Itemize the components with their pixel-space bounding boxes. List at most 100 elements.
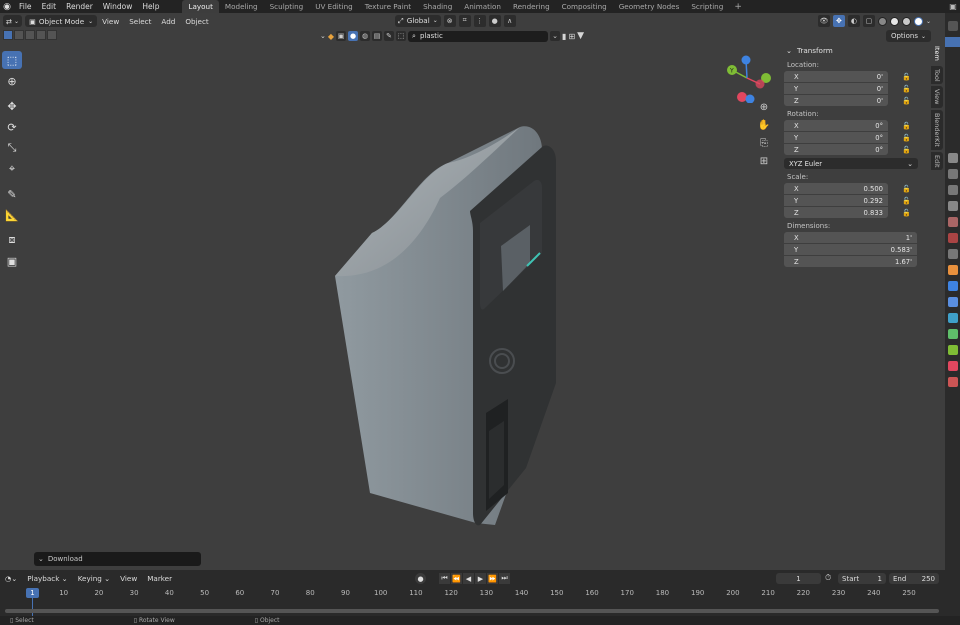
asset-type-addon-icon[interactable]: ⬚ — [396, 31, 407, 41]
workspace-tab-animation[interactable]: Animation — [458, 0, 507, 13]
sort-icon[interactable]: ⊞ — [568, 32, 575, 41]
transform-tool-icon[interactable]: ⌖ — [2, 160, 22, 178]
world-properties-icon[interactable] — [947, 233, 958, 243]
workspace-tab-compositing[interactable]: Compositing — [556, 0, 613, 13]
lock-icon[interactable]: 🔓 — [902, 209, 914, 217]
tab-blenderkit[interactable]: BlenderKit — [931, 109, 943, 150]
perspective-grid-icon[interactable]: ⊞ — [756, 153, 772, 169]
gizmo-toggle-icon[interactable]: ✥ — [832, 15, 845, 27]
z-axis-icon[interactable] — [741, 55, 751, 65]
particle-properties-icon[interactable] — [947, 297, 958, 307]
select-subtract-icon[interactable] — [25, 30, 35, 40]
timeline-menu-marker[interactable]: Marker — [142, 574, 177, 583]
overlays-icon[interactable]: ◐ — [847, 15, 860, 27]
scale-x-field[interactable]: X 0.500 — [784, 183, 888, 194]
menu-add[interactable]: Add — [156, 17, 180, 26]
cursor-tool-icon[interactable]: ⊕ — [2, 72, 22, 90]
workspace-tab-geometry-nodes[interactable]: Geometry Nodes — [613, 0, 686, 13]
workspace-tab-sculpting[interactable]: Sculpting — [264, 0, 310, 13]
start-frame-field[interactable]: Start 1 — [838, 573, 886, 584]
menu-edit[interactable]: Edit — [37, 0, 62, 13]
material-preview-icon[interactable] — [901, 16, 911, 26]
asset-type-material-icon[interactable]: ● — [348, 31, 359, 41]
neg-z-axis-icon[interactable] — [745, 94, 755, 104]
menu-render[interactable]: Render — [61, 0, 98, 13]
menu-view[interactable]: View — [97, 17, 124, 26]
rotation-x-field[interactable]: X 0° — [784, 120, 888, 131]
rotation-z-field[interactable]: Z 0° — [784, 144, 888, 155]
navigation-gizmo[interactable]: Y — [722, 53, 772, 103]
options-dropdown[interactable]: Options ⌄ — [885, 30, 931, 42]
menu-object[interactable]: Object — [180, 17, 213, 26]
pan-hand-icon[interactable]: ✋ — [756, 117, 772, 133]
scale-tool-icon[interactable]: ⤡ — [2, 139, 22, 157]
timeline-menu-playback[interactable]: Playback ⌄ — [22, 574, 72, 583]
timeline-scrollbar[interactable] — [5, 609, 939, 613]
timeline-menu-view[interactable]: View — [115, 574, 142, 583]
snap-icon[interactable]: ⌗ — [458, 14, 471, 27]
select-intersect-icon[interactable] — [47, 30, 57, 40]
location-x-field[interactable]: X 0' — [784, 71, 888, 82]
render-properties-icon[interactable] — [947, 169, 958, 179]
material-properties-icon[interactable] — [947, 361, 958, 371]
wireframe-shading-icon[interactable] — [877, 16, 887, 26]
select-new-icon[interactable] — [3, 30, 13, 40]
workspace-tab-layout[interactable]: Layout — [182, 0, 219, 13]
workspace-tab-uv-editing[interactable]: UV Editing — [309, 0, 359, 13]
tab-item[interactable]: Item — [931, 43, 943, 64]
tab-edit[interactable]: Edit — [931, 151, 943, 171]
scene-selector-icon[interactable]: ▣ — [946, 2, 960, 11]
texture-properties-icon[interactable] — [947, 377, 958, 387]
play-reverse-icon[interactable]: ◀ — [463, 573, 474, 584]
stopwatch-icon[interactable]: ⏱ — [825, 573, 831, 583]
location-y-field[interactable]: Y 0' — [784, 83, 888, 94]
workspace-tab-shading[interactable]: Shading — [417, 0, 458, 13]
blenderkit-logo-icon[interactable]: ◆ — [328, 32, 334, 41]
transform-panel-header[interactable]: ⌄ Transform — [784, 43, 931, 57]
dimensions-y-field[interactable]: Y 0.583' — [784, 244, 917, 255]
outliner-selection-icon[interactable] — [945, 37, 960, 47]
jump-keyframe-forward-icon[interactable]: ⏩ — [487, 573, 498, 584]
view-layer-properties-icon[interactable] — [947, 201, 958, 211]
filter-icon[interactable]: ▼ — [577, 31, 584, 41]
asset-type-scene-icon[interactable]: ▤ — [372, 31, 383, 41]
solid-shading-icon[interactable] — [889, 16, 899, 26]
menu-select[interactable]: Select — [124, 17, 156, 26]
rotate-tool-icon[interactable]: ⟳ — [2, 118, 22, 136]
collection-properties-icon[interactable] — [947, 249, 958, 259]
measure-tool-icon[interactable]: 📐 — [2, 206, 22, 224]
tool-properties-icon[interactable] — [947, 153, 958, 163]
asset-type-model-icon[interactable]: ▣ — [336, 31, 347, 41]
rotation-y-field[interactable]: Y 0° — [784, 132, 888, 143]
menu-window[interactable]: Window — [98, 0, 138, 13]
menu-help[interactable]: Help — [137, 0, 164, 13]
bookmark-icon[interactable]: ▮ — [562, 32, 566, 41]
rendered-shading-icon[interactable] — [913, 16, 923, 26]
lock-icon[interactable]: 🔓 — [902, 185, 914, 193]
editor-type-button[interactable]: ⇄ ⌄ — [3, 15, 23, 27]
camera-view-icon[interactable]: ⎘ — [756, 135, 772, 151]
jump-end-icon[interactable]: ⏭ — [499, 573, 510, 584]
visibility-icon[interactable]: 👁 — [817, 15, 830, 27]
outliner-icon[interactable] — [947, 21, 958, 31]
zoom-icon[interactable]: ⊕ — [756, 99, 772, 115]
playhead-label[interactable]: 1 — [26, 588, 39, 598]
blenderkit-tool-icon[interactable]: ▣ — [2, 252, 22, 270]
add-cube-tool-icon[interactable]: ⧈ — [2, 231, 22, 249]
timeline-area[interactable]: 10 20 30 40 50 60 70 80 90 100 110 120 130 140 150 160 1… — [0, 587, 960, 616]
menu-file[interactable]: File — [14, 0, 37, 13]
pivot-point-icon[interactable]: ⊗ — [443, 14, 456, 27]
falloff-icon[interactable]: ∧ — [503, 14, 516, 27]
play-icon[interactable]: ▶ — [475, 573, 486, 584]
select-box-tool-icon[interactable]: ⬚ — [2, 51, 22, 69]
select-invert-icon[interactable] — [36, 30, 46, 40]
current-frame-field[interactable]: 1 — [776, 573, 821, 584]
frame-ruler[interactable]: 10 20 30 40 50 60 70 80 90 100 110 120 130 140 150 160 1… — [0, 587, 940, 599]
object-mode-dropdown[interactable]: ▣ Object Mode ⌄ — [25, 15, 98, 27]
jump-start-icon[interactable]: ⏮ — [439, 573, 450, 584]
lock-icon[interactable]: 🔓 — [902, 122, 914, 130]
output-properties-icon[interactable] — [947, 185, 958, 195]
physics-properties-icon[interactable] — [947, 313, 958, 323]
constraint-properties-icon[interactable] — [947, 329, 958, 339]
lock-icon[interactable]: 🔓 — [902, 85, 914, 93]
